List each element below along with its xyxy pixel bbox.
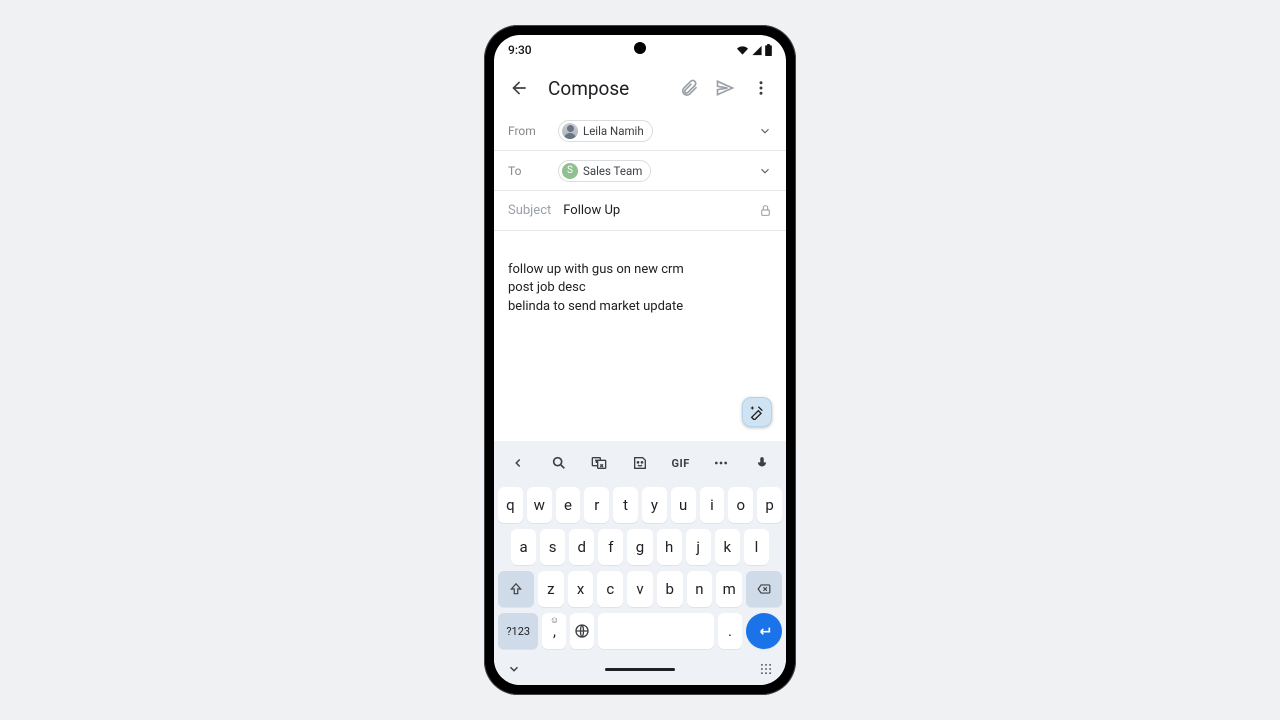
subject-row[interactable]: Subject Follow Up: [494, 191, 786, 231]
signal-icon: [751, 45, 763, 56]
battery-icon: [765, 44, 772, 56]
from-chip[interactable]: Leila Namih: [558, 120, 653, 142]
key-symbols[interactable]: ?123: [498, 613, 538, 649]
phone-frame: 9:30 Compose Fro: [484, 25, 796, 695]
key-language[interactable]: [570, 613, 594, 649]
kb-grid-icon[interactable]: [756, 659, 776, 679]
more-vert-icon: [752, 79, 770, 97]
kb-more-icon[interactable]: [707, 449, 735, 477]
key-o[interactable]: o: [728, 487, 753, 523]
key-m[interactable]: m: [716, 571, 742, 607]
smart-compose-fab[interactable]: [742, 397, 772, 427]
wifi-icon: [736, 45, 749, 56]
key-e[interactable]: e: [556, 487, 581, 523]
key-space[interactable]: [598, 613, 714, 649]
kb-sticker-icon[interactable]: [626, 449, 654, 477]
key-j[interactable]: j: [686, 529, 711, 565]
key-n[interactable]: n: [687, 571, 713, 607]
kb-gif-button[interactable]: GIF: [667, 449, 695, 477]
key-comma[interactable]: ☺ ,: [542, 613, 566, 649]
key-z[interactable]: z: [538, 571, 564, 607]
email-body[interactable]: follow up with gus on new crm post job d…: [494, 231, 786, 441]
app-bar: Compose: [494, 65, 786, 111]
to-label: To: [508, 164, 550, 178]
keyboard-row-3: z x c v b n m: [498, 571, 782, 607]
key-b[interactable]: b: [657, 571, 683, 607]
gesture-handle[interactable]: [605, 668, 675, 671]
send-icon: [715, 78, 735, 98]
to-avatar: S: [562, 163, 578, 179]
arrow-back-icon: [509, 78, 529, 98]
screen: 9:30 Compose Fro: [494, 35, 786, 685]
key-g[interactable]: g: [627, 529, 652, 565]
from-avatar: [562, 123, 578, 139]
more-button[interactable]: [746, 73, 776, 103]
camera-hole: [634, 42, 646, 54]
status-right: [736, 44, 772, 56]
key-c[interactable]: c: [597, 571, 623, 607]
from-name: Leila Namih: [583, 124, 644, 138]
attach-button[interactable]: [674, 73, 704, 103]
keyboard-row-1: q w e r t y u i o p: [498, 487, 782, 523]
key-p[interactable]: p: [757, 487, 782, 523]
status-time: 9:30: [508, 43, 532, 57]
emoji-hint-icon: ☺: [550, 615, 559, 626]
shift-icon: [509, 582, 523, 596]
kb-collapse-icon[interactable]: [504, 659, 524, 679]
page-title: Compose: [548, 77, 629, 100]
send-button[interactable]: [710, 73, 740, 103]
lock-icon: [759, 204, 772, 217]
chevron-down-icon[interactable]: [758, 164, 772, 178]
subject-input[interactable]: Follow Up: [563, 203, 620, 218]
kb-translate-icon[interactable]: [585, 449, 613, 477]
kb-back-icon[interactable]: [504, 449, 532, 477]
backspace-icon: [755, 582, 773, 596]
key-enter[interactable]: [746, 613, 782, 649]
key-x[interactable]: x: [568, 571, 594, 607]
system-nav-bar: [494, 653, 786, 685]
key-u[interactable]: u: [671, 487, 696, 523]
key-period[interactable]: .: [718, 613, 742, 649]
key-backspace[interactable]: [746, 571, 782, 607]
keyboard-row-4: ?123 ☺ , .: [498, 613, 782, 649]
key-h[interactable]: h: [657, 529, 682, 565]
paperclip-icon: [679, 78, 699, 98]
key-a[interactable]: a: [511, 529, 536, 565]
keyboard-toolbar: GIF: [498, 447, 782, 481]
key-d[interactable]: d: [569, 529, 594, 565]
key-r[interactable]: r: [584, 487, 609, 523]
key-q[interactable]: q: [498, 487, 523, 523]
key-f[interactable]: f: [598, 529, 623, 565]
key-shift[interactable]: [498, 571, 534, 607]
kb-mic-icon[interactable]: [748, 449, 776, 477]
keyboard-row-2: a s d f g h j k l: [498, 529, 782, 565]
key-i[interactable]: i: [700, 487, 725, 523]
from-row[interactable]: From Leila Namih: [494, 111, 786, 151]
subject-label: Subject: [508, 203, 551, 218]
enter-icon: [756, 623, 772, 639]
to-chip[interactable]: S Sales Team: [558, 160, 651, 182]
key-t[interactable]: t: [613, 487, 638, 523]
key-v[interactable]: v: [627, 571, 653, 607]
body-text: follow up with gus on new crm post job d…: [508, 262, 684, 313]
key-y[interactable]: y: [642, 487, 667, 523]
keyboard: GIF q w e r t y u i o p: [494, 441, 786, 653]
key-w[interactable]: w: [527, 487, 552, 523]
from-label: From: [508, 124, 550, 138]
magic-pen-icon: [749, 404, 765, 420]
to-name: Sales Team: [583, 164, 642, 178]
key-k[interactable]: k: [715, 529, 740, 565]
key-s[interactable]: s: [540, 529, 565, 565]
chevron-down-icon[interactable]: [758, 124, 772, 138]
key-l[interactable]: l: [744, 529, 769, 565]
kb-search-icon[interactable]: [545, 449, 573, 477]
to-row[interactable]: To S Sales Team: [494, 151, 786, 191]
globe-icon: [574, 623, 590, 639]
back-button[interactable]: [504, 73, 534, 103]
